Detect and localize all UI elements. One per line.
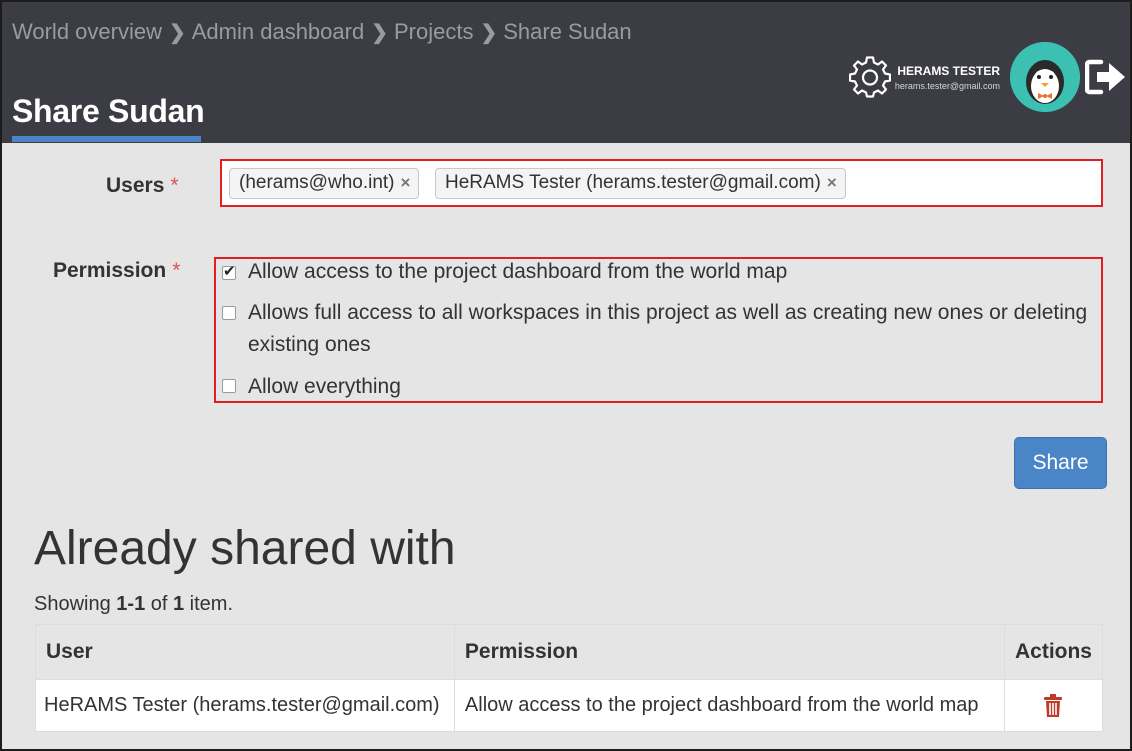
column-header-permission[interactable]: Permission bbox=[453, 624, 1005, 680]
shared-table: User Permission Actions HeRAMS Tester (h… bbox=[35, 624, 1104, 732]
breadcrumb-share-sudan: Share Sudan bbox=[503, 19, 632, 44]
page-title: Share Sudan bbox=[12, 93, 205, 129]
permission-option-label: existing ones bbox=[248, 333, 371, 356]
permission-checkbox-dashboard[interactable] bbox=[222, 262, 236, 280]
window: World overview ❯ Admin dashboard ❯ Proje… bbox=[0, 0, 1132, 751]
permission-option-label: Allows full access to all workspaces in … bbox=[248, 301, 1088, 324]
header: World overview ❯ Admin dashboard ❯ Proje… bbox=[2, 2, 1130, 143]
share-button[interactable]: Share bbox=[1014, 437, 1107, 489]
permission-options: Allow access to the project dashboard fr… bbox=[214, 257, 1103, 403]
column-header-user[interactable]: User bbox=[35, 624, 455, 680]
avatar-icon[interactable] bbox=[1010, 42, 1080, 112]
permission-checkbox-everything[interactable] bbox=[222, 379, 236, 393]
user-name: HERAMS TESTER bbox=[897, 64, 1000, 78]
breadcrumb-admin-dashboard[interactable]: Admin dashboard bbox=[192, 19, 364, 45]
user-tag: (herams@who.int) × bbox=[229, 168, 420, 199]
permission-option-label: Allow access to the project dashboard fr… bbox=[248, 260, 788, 283]
table-summary: Showing 1-1 of 1 item. bbox=[34, 593, 234, 615]
cell-actions bbox=[1003, 679, 1104, 732]
chevron-right-icon: ❯ bbox=[371, 21, 388, 44]
required-mark: * bbox=[172, 259, 181, 282]
table-row: HeRAMS Tester (herams.tester@gmail.com) … bbox=[35, 679, 1104, 732]
close-icon[interactable]: × bbox=[401, 173, 411, 192]
section-title: Already shared with bbox=[34, 522, 456, 575]
user-tag: HeRAMS Tester (herams.tester@gmail.com) × bbox=[435, 168, 846, 199]
cell-user: HeRAMS Tester (herams.tester@gmail.com) bbox=[35, 679, 455, 732]
active-tab-indicator bbox=[12, 136, 201, 142]
gear-icon[interactable] bbox=[849, 56, 891, 98]
breadcrumb: World overview ❯ Admin dashboard ❯ Proje… bbox=[12, 19, 632, 45]
users-select[interactable]: (herams@who.int) × HeRAMS Tester (herams.… bbox=[220, 159, 1103, 207]
logout-icon[interactable] bbox=[1085, 58, 1127, 96]
table-header-row: User Permission Actions bbox=[35, 624, 1104, 680]
chevron-right-icon: ❯ bbox=[480, 21, 498, 44]
cell-permission: Allow access to the project dashboard fr… bbox=[453, 679, 1005, 732]
trash-icon[interactable] bbox=[1043, 693, 1063, 718]
close-icon[interactable]: × bbox=[827, 173, 837, 192]
breadcrumb-world-overview[interactable]: World overview bbox=[12, 19, 162, 45]
permission-checkbox-workspaces[interactable] bbox=[222, 306, 236, 320]
user-email: herams.tester@gmail.com bbox=[894, 81, 1000, 91]
required-mark: * bbox=[170, 174, 179, 197]
permission-option-label: Allow everything bbox=[248, 375, 401, 398]
users-label: Users * bbox=[106, 174, 179, 197]
permission-label: Permission * bbox=[53, 259, 181, 282]
breadcrumb-projects[interactable]: Projects bbox=[394, 19, 473, 45]
column-header-actions: Actions bbox=[1003, 624, 1104, 680]
share-form: Users * (herams@who.int) × HeRAMS Tester (… bbox=[2, 143, 1130, 749]
chevron-right-icon: ❯ bbox=[168, 21, 186, 44]
